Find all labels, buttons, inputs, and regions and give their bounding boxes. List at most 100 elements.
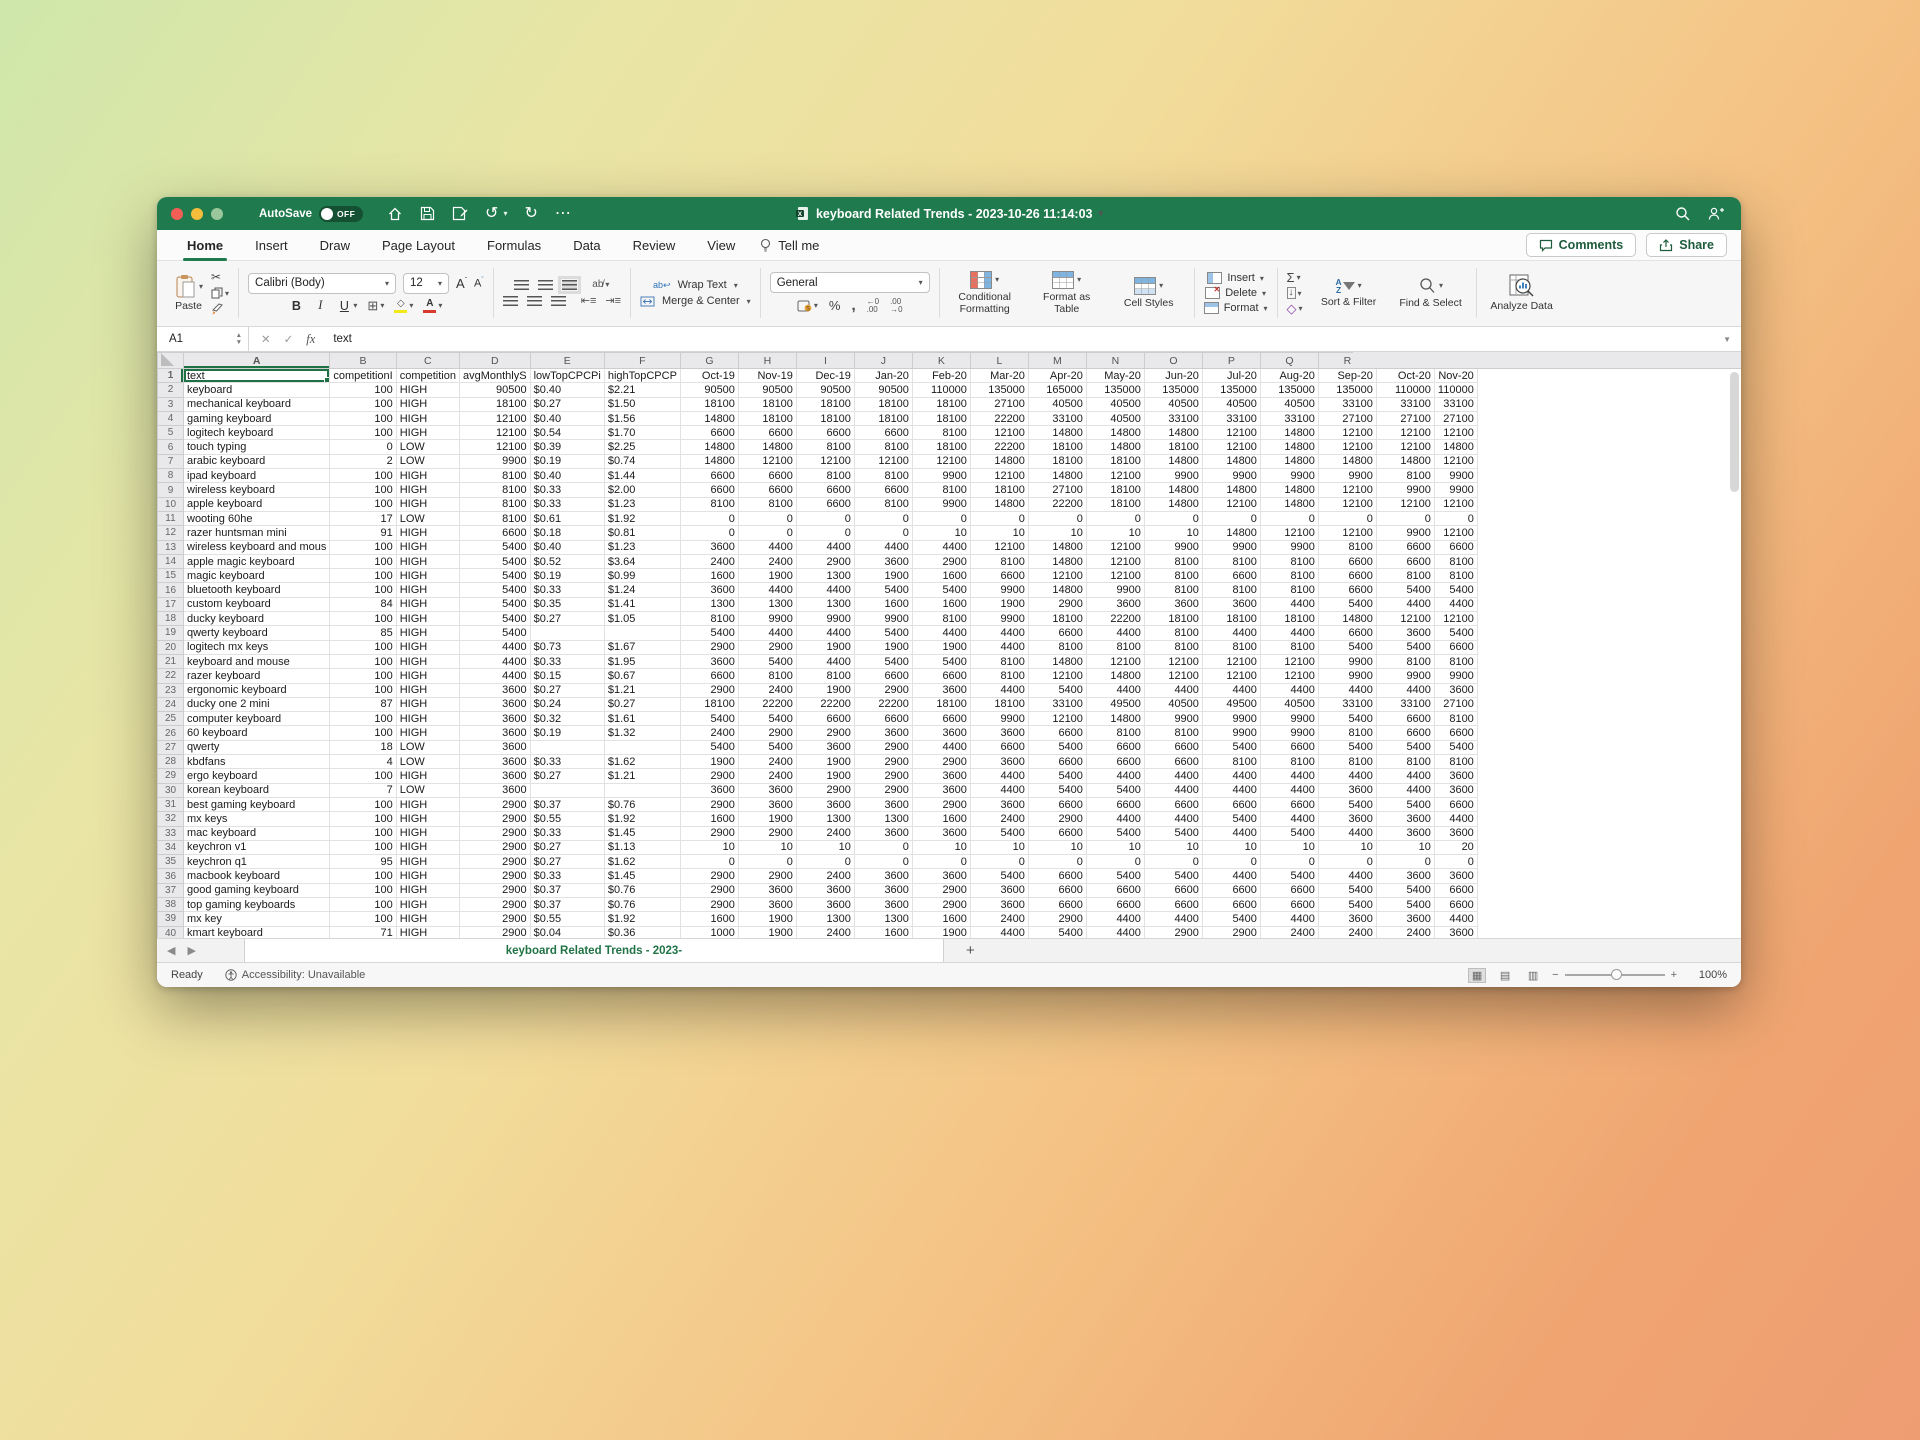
cell-N37[interactable]: 6600 [1086,883,1144,897]
row-header-26[interactable]: 26 [158,726,184,740]
undo-icon[interactable]: ↺ [485,206,498,222]
cell-S15[interactable]: 8100 [1376,569,1434,583]
cell-G19[interactable]: 5400 [680,626,738,640]
cell-Q4[interactable]: 33100 [1260,411,1318,425]
cell-B37[interactable]: 100 [330,883,396,897]
cell-E24[interactable]: $0.24 [530,697,604,711]
cell-A15[interactable]: magic keyboard [184,569,330,583]
cell-N34[interactable]: 10 [1086,840,1144,854]
cell-C4[interactable]: HIGH [396,411,459,425]
cell-F9[interactable]: $2.00 [604,483,680,497]
cell-N5[interactable]: 14800 [1086,426,1144,440]
cell-P29[interactable]: 4400 [1202,769,1260,783]
cancel-entry-icon[interactable]: ✕ [261,332,271,346]
cell-I36[interactable]: 2400 [796,869,854,883]
cell-J16[interactable]: 5400 [854,583,912,597]
cell-A31[interactable]: best gaming keyboard [184,797,330,811]
cell-H28[interactable]: 2400 [738,755,796,769]
cell-P6[interactable]: 12100 [1202,440,1260,454]
cell-F40[interactable]: $0.36 [604,926,680,938]
cell-I21[interactable]: 4400 [796,654,854,668]
cell-S20[interactable]: 5400 [1376,640,1434,654]
cell-E8[interactable]: $0.40 [530,469,604,483]
cell-P4[interactable]: 33100 [1202,411,1260,425]
cell-N7[interactable]: 18100 [1086,454,1144,468]
cell-A27[interactable]: qwerty [184,740,330,754]
cell-N13[interactable]: 12100 [1086,540,1144,554]
cell-C28[interactable]: LOW [396,755,459,769]
cell-C2[interactable]: HIGH [396,383,459,397]
cell-J4[interactable]: 18100 [854,411,912,425]
cell-P38[interactable]: 6600 [1202,897,1260,911]
cell-N24[interactable]: 49500 [1086,697,1144,711]
cell-I13[interactable]: 4400 [796,540,854,554]
cell-C21[interactable]: HIGH [396,654,459,668]
cell-C18[interactable]: HIGH [396,612,459,626]
cell-H39[interactable]: 1900 [738,912,796,926]
cell-I18[interactable]: 9900 [796,612,854,626]
cell-S26[interactable]: 6600 [1376,726,1434,740]
cell-D29[interactable]: 3600 [459,769,530,783]
accounting-format-icon[interactable]: $ [797,300,812,312]
underline-button[interactable]: U [337,299,351,313]
cell-I26[interactable]: 2900 [796,726,854,740]
cell-I4[interactable]: 18100 [796,411,854,425]
cell-R2[interactable]: 135000 [1318,383,1376,397]
fill-icon[interactable]: ↓ [1287,287,1296,299]
cell-M20[interactable]: 8100 [1028,640,1086,654]
cell-F13[interactable]: $1.23 [604,540,680,554]
cell-O33[interactable]: 5400 [1144,826,1202,840]
cell-P34[interactable]: 10 [1202,840,1260,854]
accessibility-status[interactable]: Accessibility: Unavailable [225,969,366,981]
normal-view-icon[interactable]: ▦ [1468,968,1486,983]
cell-Q31[interactable]: 6600 [1260,797,1318,811]
cell-F35[interactable]: $1.62 [604,855,680,869]
cell-S19[interactable]: 3600 [1376,626,1434,640]
cell-K23[interactable]: 3600 [912,683,970,697]
cell-J7[interactable]: 12100 [854,454,912,468]
cell-L7[interactable]: 14800 [970,454,1028,468]
increase-decimal-icon[interactable]: ←0.00 [867,298,879,314]
cell-S14[interactable]: 6600 [1376,554,1434,568]
cell-D33[interactable]: 2900 [459,826,530,840]
cell-T31[interactable]: 6600 [1434,797,1477,811]
cell-H2[interactable]: 90500 [738,383,796,397]
cell-S7[interactable]: 14800 [1376,454,1434,468]
cell-R23[interactable]: 4400 [1318,683,1376,697]
cell-S5[interactable]: 12100 [1376,426,1434,440]
cell-F39[interactable]: $1.92 [604,912,680,926]
cell-B11[interactable]: 17 [330,511,396,525]
cell-R13[interactable]: 8100 [1318,540,1376,554]
cell-Q39[interactable]: 4400 [1260,912,1318,926]
cell-T13[interactable]: 6600 [1434,540,1477,554]
wrap-text-button[interactable]: ab↩ Wrap Text ▾ [653,279,738,291]
cell-H36[interactable]: 2900 [738,869,796,883]
cell-O4[interactable]: 33100 [1144,411,1202,425]
cell-G2[interactable]: 90500 [680,383,738,397]
cell-B40[interactable]: 71 [330,926,396,938]
cell-E7[interactable]: $0.19 [530,454,604,468]
cell-K25[interactable]: 6600 [912,712,970,726]
save-as-icon[interactable] [452,206,468,221]
cell-T14[interactable]: 8100 [1434,554,1477,568]
cell-S22[interactable]: 9900 [1376,669,1434,683]
cell-I17[interactable]: 1300 [796,597,854,611]
cell-I30[interactable]: 2900 [796,783,854,797]
row-header-1[interactable]: 1 [158,369,184,383]
cell-E11[interactable]: $0.61 [530,511,604,525]
cell-A14[interactable]: apple magic keyboard [184,554,330,568]
cell-K28[interactable]: 2900 [912,755,970,769]
cell-N9[interactable]: 18100 [1086,483,1144,497]
cell-O35[interactable]: 0 [1144,855,1202,869]
column-header-E[interactable]: E [530,353,604,369]
cell-C37[interactable]: HIGH [396,883,459,897]
insert-cells-button[interactable]: Insert▾ [1207,272,1264,284]
cell-D14[interactable]: 5400 [459,554,530,568]
cell-G22[interactable]: 6600 [680,669,738,683]
cell-L21[interactable]: 8100 [970,654,1028,668]
row-header-11[interactable]: 11 [158,511,184,525]
share-user-icon[interactable] [1707,206,1725,221]
cell-P1[interactable]: Jul-20 [1202,369,1260,383]
cell-D23[interactable]: 3600 [459,683,530,697]
cell-L28[interactable]: 3600 [970,755,1028,769]
